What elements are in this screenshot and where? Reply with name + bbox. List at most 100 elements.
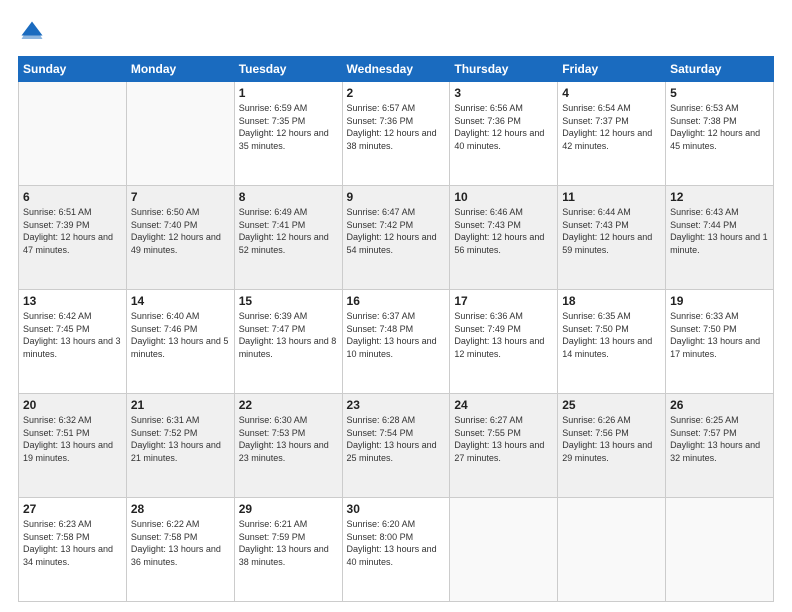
week-row-1: 1 Sunrise: 6:59 AM Sunset: 7:35 PM Daylig… bbox=[19, 82, 774, 186]
day-number: 5 bbox=[670, 86, 769, 100]
day-number: 7 bbox=[131, 190, 230, 204]
weekday-header-tuesday: Tuesday bbox=[234, 57, 342, 82]
calendar-cell: 22 Sunrise: 6:30 AM Sunset: 7:53 PM Dayli… bbox=[234, 394, 342, 498]
calendar-cell: 10Sunrise: 6:46 AM Sunset: 7:43 PM Dayli… bbox=[450, 186, 558, 290]
calendar-cell: 13 Sunrise: 6:42 AM Sunset: 7:45 PM Dayli… bbox=[19, 290, 127, 394]
calendar-cell: 2 Sunrise: 6:57 AM Sunset: 7:36 PM Daylig… bbox=[342, 82, 450, 186]
day-info: Sunrise: 6:20 AM Sunset: 8:00 PM Dayligh… bbox=[347, 518, 446, 568]
day-info: Sunrise: 6:39 AM Sunset: 7:47 PM Dayligh… bbox=[239, 310, 338, 360]
day-info: Sunrise: 6:23 AM Sunset: 7:58 PM Dayligh… bbox=[23, 518, 122, 568]
day-info: Sunrise: 6:27 AM Sunset: 7:55 PM Dayligh… bbox=[454, 414, 553, 464]
calendar-cell: 21 Sunrise: 6:31 AM Sunset: 7:52 PM Dayli… bbox=[126, 394, 234, 498]
day-info: Sunrise: 6:35 AM Sunset: 7:50 PM Dayligh… bbox=[562, 310, 661, 360]
weekday-header-wednesday: Wednesday bbox=[342, 57, 450, 82]
weekday-header-saturday: Saturday bbox=[666, 57, 774, 82]
calendar-cell bbox=[450, 498, 558, 602]
calendar-cell: 8 Sunrise: 6:49 AM Sunset: 7:41 PM Daylig… bbox=[234, 186, 342, 290]
day-number: 22 bbox=[239, 398, 338, 412]
calendar-cell: 23Sunrise: 6:28 AM Sunset: 7:54 PM Dayli… bbox=[342, 394, 450, 498]
calendar-cell: 1 Sunrise: 6:59 AM Sunset: 7:35 PM Daylig… bbox=[234, 82, 342, 186]
day-number: 24 bbox=[454, 398, 553, 412]
weekday-header-sunday: Sunday bbox=[19, 57, 127, 82]
calendar-cell: 12 Sunrise: 6:43 AM Sunset: 7:44 PM Dayli… bbox=[666, 186, 774, 290]
calendar-cell bbox=[666, 498, 774, 602]
day-info: Sunrise: 6:50 AM Sunset: 7:40 PM Dayligh… bbox=[131, 206, 230, 256]
day-number: 29 bbox=[239, 502, 338, 516]
day-info: Sunrise: 6:30 AM Sunset: 7:53 PM Dayligh… bbox=[239, 414, 338, 464]
week-row-4: 20 Sunrise: 6:32 AM Sunset: 7:51 PM Dayli… bbox=[19, 394, 774, 498]
header bbox=[18, 18, 774, 46]
calendar-cell: 24 Sunrise: 6:27 AM Sunset: 7:55 PM Dayli… bbox=[450, 394, 558, 498]
calendar-cell: 15 Sunrise: 6:39 AM Sunset: 7:47 PM Dayli… bbox=[234, 290, 342, 394]
day-info: Sunrise: 6:33 AM Sunset: 7:50 PM Dayligh… bbox=[670, 310, 769, 360]
day-number: 28 bbox=[131, 502, 230, 516]
calendar-cell: 19 Sunrise: 6:33 AM Sunset: 7:50 PM Dayli… bbox=[666, 290, 774, 394]
day-number: 4 bbox=[562, 86, 661, 100]
page: SundayMondayTuesdayWednesdayThursdayFrid… bbox=[0, 0, 792, 612]
calendar-cell: 20 Sunrise: 6:32 AM Sunset: 7:51 PM Dayli… bbox=[19, 394, 127, 498]
day-number: 14 bbox=[131, 294, 230, 308]
weekday-header-thursday: Thursday bbox=[450, 57, 558, 82]
week-row-3: 13 Sunrise: 6:42 AM Sunset: 7:45 PM Dayli… bbox=[19, 290, 774, 394]
day-info: Sunrise: 6:22 AM Sunset: 7:58 PM Dayligh… bbox=[131, 518, 230, 568]
calendar-cell: 28 Sunrise: 6:22 AM Sunset: 7:58 PM Dayli… bbox=[126, 498, 234, 602]
calendar-cell: 14 Sunrise: 6:40 AM Sunset: 7:46 PM Dayli… bbox=[126, 290, 234, 394]
day-number: 30 bbox=[347, 502, 446, 516]
calendar-cell: 6 Sunrise: 6:51 AM Sunset: 7:39 PM Daylig… bbox=[19, 186, 127, 290]
day-number: 9 bbox=[347, 190, 446, 204]
day-info: Sunrise: 6:32 AM Sunset: 7:51 PM Dayligh… bbox=[23, 414, 122, 464]
day-number: 26 bbox=[670, 398, 769, 412]
calendar-cell bbox=[558, 498, 666, 602]
day-number: 27 bbox=[23, 502, 122, 516]
day-number: 15 bbox=[239, 294, 338, 308]
calendar-cell: 18 Sunrise: 6:35 AM Sunset: 7:50 PM Dayli… bbox=[558, 290, 666, 394]
day-info: Sunrise: 6:42 AM Sunset: 7:45 PM Dayligh… bbox=[23, 310, 122, 360]
day-number: 16 bbox=[347, 294, 446, 308]
calendar-cell: 4 Sunrise: 6:54 AM Sunset: 7:37 PM Daylig… bbox=[558, 82, 666, 186]
calendar-cell: 30 Sunrise: 6:20 AM Sunset: 8:00 PM Dayli… bbox=[342, 498, 450, 602]
day-number: 20 bbox=[23, 398, 122, 412]
day-info: Sunrise: 6:31 AM Sunset: 7:52 PM Dayligh… bbox=[131, 414, 230, 464]
calendar-cell bbox=[19, 82, 127, 186]
logo bbox=[18, 18, 50, 46]
day-number: 6 bbox=[23, 190, 122, 204]
calendar-cell: 5 Sunrise: 6:53 AM Sunset: 7:38 PM Daylig… bbox=[666, 82, 774, 186]
day-number: 2 bbox=[347, 86, 446, 100]
day-number: 19 bbox=[670, 294, 769, 308]
calendar-cell: 7 Sunrise: 6:50 AM Sunset: 7:40 PM Daylig… bbox=[126, 186, 234, 290]
day-number: 21 bbox=[131, 398, 230, 412]
day-info: Sunrise: 6:56 AM Sunset: 7:36 PM Dayligh… bbox=[454, 102, 553, 152]
day-number: 18 bbox=[562, 294, 661, 308]
day-number: 1 bbox=[239, 86, 338, 100]
logo-icon bbox=[18, 18, 46, 46]
day-info: Sunrise: 6:51 AM Sunset: 7:39 PM Dayligh… bbox=[23, 206, 122, 256]
calendar-cell: 17Sunrise: 6:36 AM Sunset: 7:49 PM Dayli… bbox=[450, 290, 558, 394]
calendar-cell: 29 Sunrise: 6:21 AM Sunset: 7:59 PM Dayli… bbox=[234, 498, 342, 602]
day-number: 10 bbox=[454, 190, 553, 204]
day-info: Sunrise: 6:53 AM Sunset: 7:38 PM Dayligh… bbox=[670, 102, 769, 152]
weekday-header-friday: Friday bbox=[558, 57, 666, 82]
calendar-cell: 16 Sunrise: 6:37 AM Sunset: 7:48 PM Dayli… bbox=[342, 290, 450, 394]
day-number: 8 bbox=[239, 190, 338, 204]
weekday-header-monday: Monday bbox=[126, 57, 234, 82]
day-info: Sunrise: 6:21 AM Sunset: 7:59 PM Dayligh… bbox=[239, 518, 338, 568]
day-info: Sunrise: 6:57 AM Sunset: 7:36 PM Dayligh… bbox=[347, 102, 446, 152]
day-info: Sunrise: 6:36 AM Sunset: 7:49 PM Dayligh… bbox=[454, 310, 553, 360]
calendar-cell: 25Sunrise: 6:26 AM Sunset: 7:56 PM Dayli… bbox=[558, 394, 666, 498]
day-info: Sunrise: 6:25 AM Sunset: 7:57 PM Dayligh… bbox=[670, 414, 769, 464]
day-info: Sunrise: 6:37 AM Sunset: 7:48 PM Dayligh… bbox=[347, 310, 446, 360]
calendar-table: SundayMondayTuesdayWednesdayThursdayFrid… bbox=[18, 56, 774, 602]
day-number: 12 bbox=[670, 190, 769, 204]
week-row-2: 6 Sunrise: 6:51 AM Sunset: 7:39 PM Daylig… bbox=[19, 186, 774, 290]
calendar-cell: 11Sunrise: 6:44 AM Sunset: 7:43 PM Dayli… bbox=[558, 186, 666, 290]
day-info: Sunrise: 6:40 AM Sunset: 7:46 PM Dayligh… bbox=[131, 310, 230, 360]
day-number: 13 bbox=[23, 294, 122, 308]
day-info: Sunrise: 6:54 AM Sunset: 7:37 PM Dayligh… bbox=[562, 102, 661, 152]
day-info: Sunrise: 6:49 AM Sunset: 7:41 PM Dayligh… bbox=[239, 206, 338, 256]
day-info: Sunrise: 6:47 AM Sunset: 7:42 PM Dayligh… bbox=[347, 206, 446, 256]
day-info: Sunrise: 6:59 AM Sunset: 7:35 PM Dayligh… bbox=[239, 102, 338, 152]
day-info: Sunrise: 6:26 AM Sunset: 7:56 PM Dayligh… bbox=[562, 414, 661, 464]
calendar-cell: 3Sunrise: 6:56 AM Sunset: 7:36 PM Daylig… bbox=[450, 82, 558, 186]
calendar-cell bbox=[126, 82, 234, 186]
day-info: Sunrise: 6:43 AM Sunset: 7:44 PM Dayligh… bbox=[670, 206, 769, 256]
